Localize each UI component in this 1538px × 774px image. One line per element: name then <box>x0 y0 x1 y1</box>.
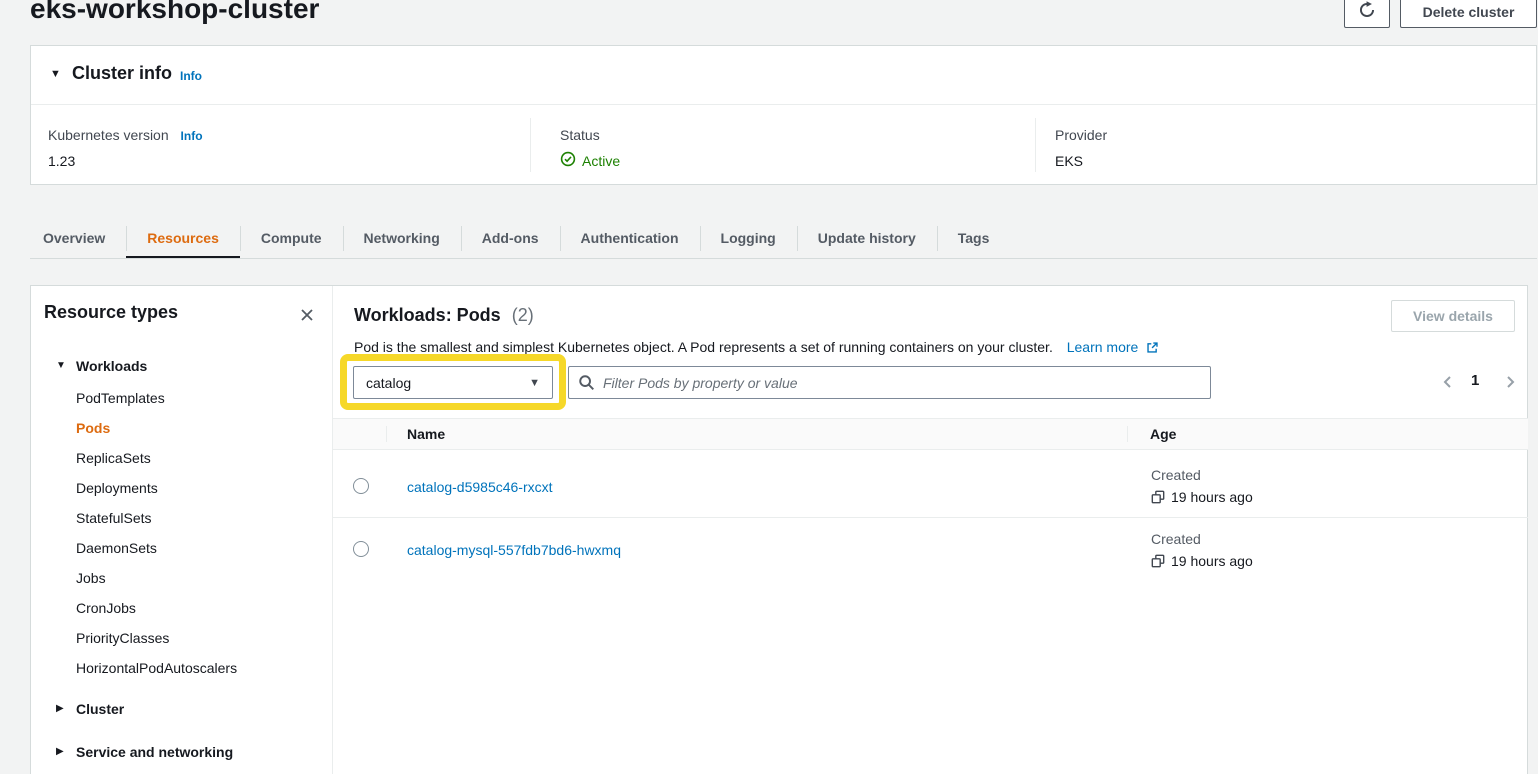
sidebar-section-workloads[interactable]: Workloads <box>76 358 147 374</box>
status-active-icon <box>560 151 576 170</box>
close-icon[interactable] <box>297 305 317 325</box>
provider-value: EKS <box>1055 153 1083 169</box>
sidebar-item-daemonsets[interactable]: DaemonSets <box>76 540 157 556</box>
column-divider <box>1035 118 1036 172</box>
sidebar-section-service-networking[interactable]: Service and networking <box>76 744 233 760</box>
cluster-tabs: Overview Resources Compute Networking Ad… <box>22 219 1010 259</box>
tab-overview[interactable]: Overview <box>22 219 126 259</box>
kubernetes-version-info-link[interactable]: Info <box>181 129 203 143</box>
page-title: eks-workshop-cluster <box>30 0 319 25</box>
tab-authentication[interactable]: Authentication <box>560 219 700 259</box>
tab-update-history[interactable]: Update history <box>797 219 937 259</box>
tab-logging[interactable]: Logging <box>700 219 797 259</box>
chevron-down-icon: ▼ <box>529 377 540 389</box>
provider-label: Provider <box>1055 127 1107 143</box>
pods-count: (2) <box>512 305 534 325</box>
column-divider <box>530 118 531 172</box>
sidebar-section-cluster[interactable]: Cluster <box>76 701 124 717</box>
workloads-collapse-icon[interactable]: ▼ <box>56 360 66 371</box>
sidebar-item-pods[interactable]: Pods <box>76 420 110 436</box>
sidebar-item-cronjobs[interactable]: CronJobs <box>76 600 136 616</box>
eks-console-page: eks-workshop-cluster Delete cluster ▼ Cl… <box>0 0 1538 774</box>
sidebar-item-priorityclasses[interactable]: PriorityClasses <box>76 630 169 646</box>
next-page-icon[interactable] <box>1502 374 1518 390</box>
resources-panel <box>30 285 1528 774</box>
pods-heading: Workloads: Pods (2) <box>354 305 534 326</box>
pods-search <box>568 366 1211 399</box>
sidebar-item-statefulsets[interactable]: StatefulSets <box>76 510 152 526</box>
search-icon <box>578 374 595 391</box>
row-radio-button[interactable] <box>353 478 369 494</box>
pods-heading-text: Workloads: Pods <box>354 305 501 325</box>
tab-tags[interactable]: Tags <box>937 219 1011 259</box>
tab-networking[interactable]: Networking <box>343 219 461 259</box>
age-value: 19 hours ago <box>1151 489 1253 505</box>
column-header-age[interactable]: Age <box>1150 426 1176 442</box>
current-page-number[interactable]: 1 <box>1471 372 1479 389</box>
kubernetes-version-label: Kubernetes version Info <box>48 127 203 143</box>
previous-page-icon[interactable] <box>1440 374 1456 390</box>
external-link-icon <box>1146 341 1159 354</box>
tab-compute[interactable]: Compute <box>240 219 343 259</box>
age-created-label: Created <box>1151 467 1201 483</box>
pod-name-link[interactable]: catalog-d5985c46-rxcxt <box>407 479 553 495</box>
tab-resources[interactable]: Resources <box>126 219 240 259</box>
column-separator <box>1127 426 1128 442</box>
copy-icon[interactable] <box>1151 490 1165 504</box>
row-radio-button[interactable] <box>353 541 369 557</box>
status-value: Active <box>582 153 620 169</box>
resource-types-title: Resource types <box>44 302 178 323</box>
sidebar-item-horizontalpodautoscalers[interactable]: HorizontalPodAutoscalers <box>76 660 237 676</box>
pod-filter-dropdown-value: catalog <box>366 375 411 391</box>
copy-icon[interactable] <box>1151 554 1165 568</box>
age-value: 19 hours ago <box>1151 553 1253 569</box>
service-networking-expand-icon[interactable]: ▶ <box>56 746 64 757</box>
status-badge: Active <box>560 151 620 170</box>
column-header-name[interactable]: Name <box>407 426 445 442</box>
refresh-button[interactable] <box>1344 0 1390 28</box>
pods-search-input[interactable] <box>568 366 1211 399</box>
cluster-info-card <box>30 45 1537 185</box>
cluster-info-collapse-icon[interactable]: ▼ <box>50 68 61 80</box>
row-divider <box>333 517 1528 518</box>
tab-add-ons[interactable]: Add-ons <box>461 219 560 259</box>
sidebar-item-deployments[interactable]: Deployments <box>76 480 158 496</box>
pod-name-link[interactable]: catalog-mysql-557fdb7bd6-hwxmq <box>407 542 621 558</box>
pod-filter-dropdown[interactable]: catalog ▼ <box>353 366 553 399</box>
view-details-button[interactable]: View details <box>1391 300 1515 332</box>
cluster-info-title: Cluster info <box>72 63 172 84</box>
sidebar-item-podtemplates[interactable]: PodTemplates <box>76 390 165 406</box>
kubernetes-version-value: 1.23 <box>48 153 75 169</box>
sidebar-item-replicasets[interactable]: ReplicaSets <box>76 450 151 466</box>
refresh-icon <box>1358 1 1376 22</box>
pods-table-header <box>333 418 1528 450</box>
sidebar-divider <box>332 286 333 774</box>
sidebar-item-jobs[interactable]: Jobs <box>76 570 106 586</box>
status-label: Status <box>560 127 600 143</box>
cluster-expand-icon[interactable]: ▶ <box>56 703 64 714</box>
delete-cluster-button[interactable]: Delete cluster <box>1400 0 1537 28</box>
cluster-info-info-link[interactable]: Info <box>180 69 202 83</box>
pods-description: Pod is the smallest and simplest Kuberne… <box>354 339 1159 355</box>
column-separator <box>386 426 387 442</box>
cluster-info-header-divider <box>31 104 1536 105</box>
learn-more-link[interactable]: Learn more <box>1067 339 1159 355</box>
tabs-baseline <box>30 258 1537 259</box>
age-created-label: Created <box>1151 531 1201 547</box>
